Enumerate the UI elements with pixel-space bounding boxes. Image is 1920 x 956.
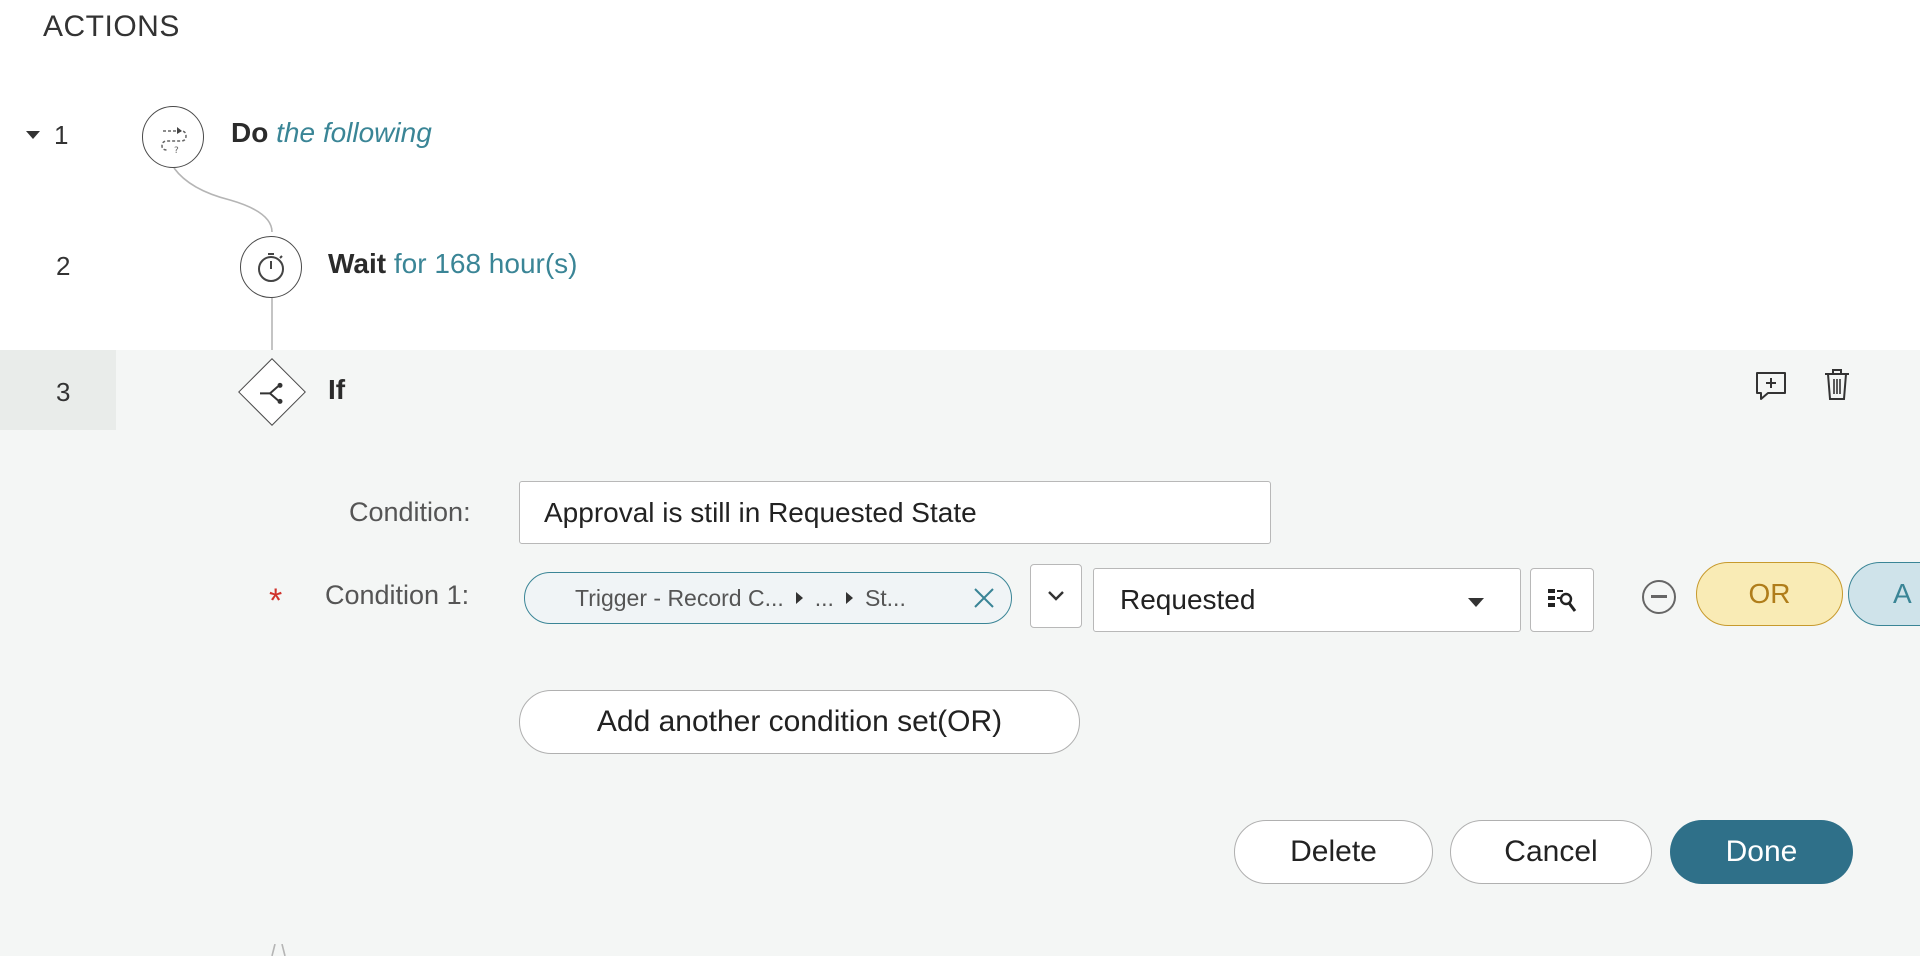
svg-text:?: ? (174, 146, 179, 155)
data-pill-picker-button[interactable] (1530, 568, 1594, 632)
condition-name-input[interactable]: Approval is still in Requested State (519, 481, 1271, 544)
required-indicator: * (269, 582, 283, 620)
selected-value: Requested (1120, 584, 1256, 615)
step-number: 3 (56, 377, 71, 407)
close-icon[interactable] (971, 585, 997, 611)
condition-label: Condition: (349, 497, 471, 527)
path-arrow-icon (845, 592, 853, 604)
step-number: 2 (56, 251, 71, 281)
step-keyword: Wait (328, 248, 387, 279)
step-detail: the following (276, 117, 432, 148)
data-pill-picker-icon (1548, 589, 1577, 612)
step-do-label[interactable]: Do the following (231, 117, 432, 149)
data-pill-segment: Trigger - Record C... (575, 584, 784, 611)
chevron-down-icon (1048, 591, 1064, 601)
delete-button[interactable]: Delete (1234, 820, 1433, 884)
condition-1-label: Condition 1: (325, 580, 470, 610)
step-keyword: If (328, 374, 346, 405)
condition-name-value: Approval is still in Requested State (544, 496, 977, 528)
path-arrow-icon (795, 592, 803, 604)
cancel-button[interactable]: Cancel (1450, 820, 1652, 884)
step-wait-label[interactable]: Wait for 168 hour(s) (328, 248, 578, 280)
step-detail: for 168 hour(s) (393, 248, 578, 279)
step-keyword: Do (231, 117, 269, 148)
collapse-caret-icon[interactable] (26, 131, 40, 139)
trash-icon[interactable] (1822, 368, 1852, 402)
data-pill-segment: St... (864, 584, 906, 611)
connector-stub (271, 944, 286, 956)
add-comment-icon[interactable] (1754, 370, 1788, 402)
and-button[interactable]: A (1848, 562, 1920, 626)
or-button[interactable]: OR (1696, 562, 1843, 626)
operator-dropdown[interactable] (1030, 564, 1082, 628)
data-pill-field[interactable]: Trigger - Record C... ... St... (524, 572, 1012, 624)
add-condition-set-button[interactable]: Add another condition set(OR) (519, 690, 1080, 754)
condition-value-select[interactable]: Requested (1093, 568, 1521, 632)
step-if-label[interactable]: If (328, 374, 345, 406)
stopwatch-icon (240, 236, 302, 298)
flow-loop-icon: ? (142, 106, 204, 168)
flow-designer-actions: ACTIONS 1 ? Do the following 2 Wait for … (0, 0, 1920, 956)
remove-condition-icon[interactable] (1642, 580, 1676, 614)
data-pill-segment: ... (814, 584, 834, 611)
step-number: 1 (54, 120, 69, 150)
done-button[interactable]: Done (1670, 820, 1853, 884)
dropdown-caret-icon (1468, 598, 1484, 607)
